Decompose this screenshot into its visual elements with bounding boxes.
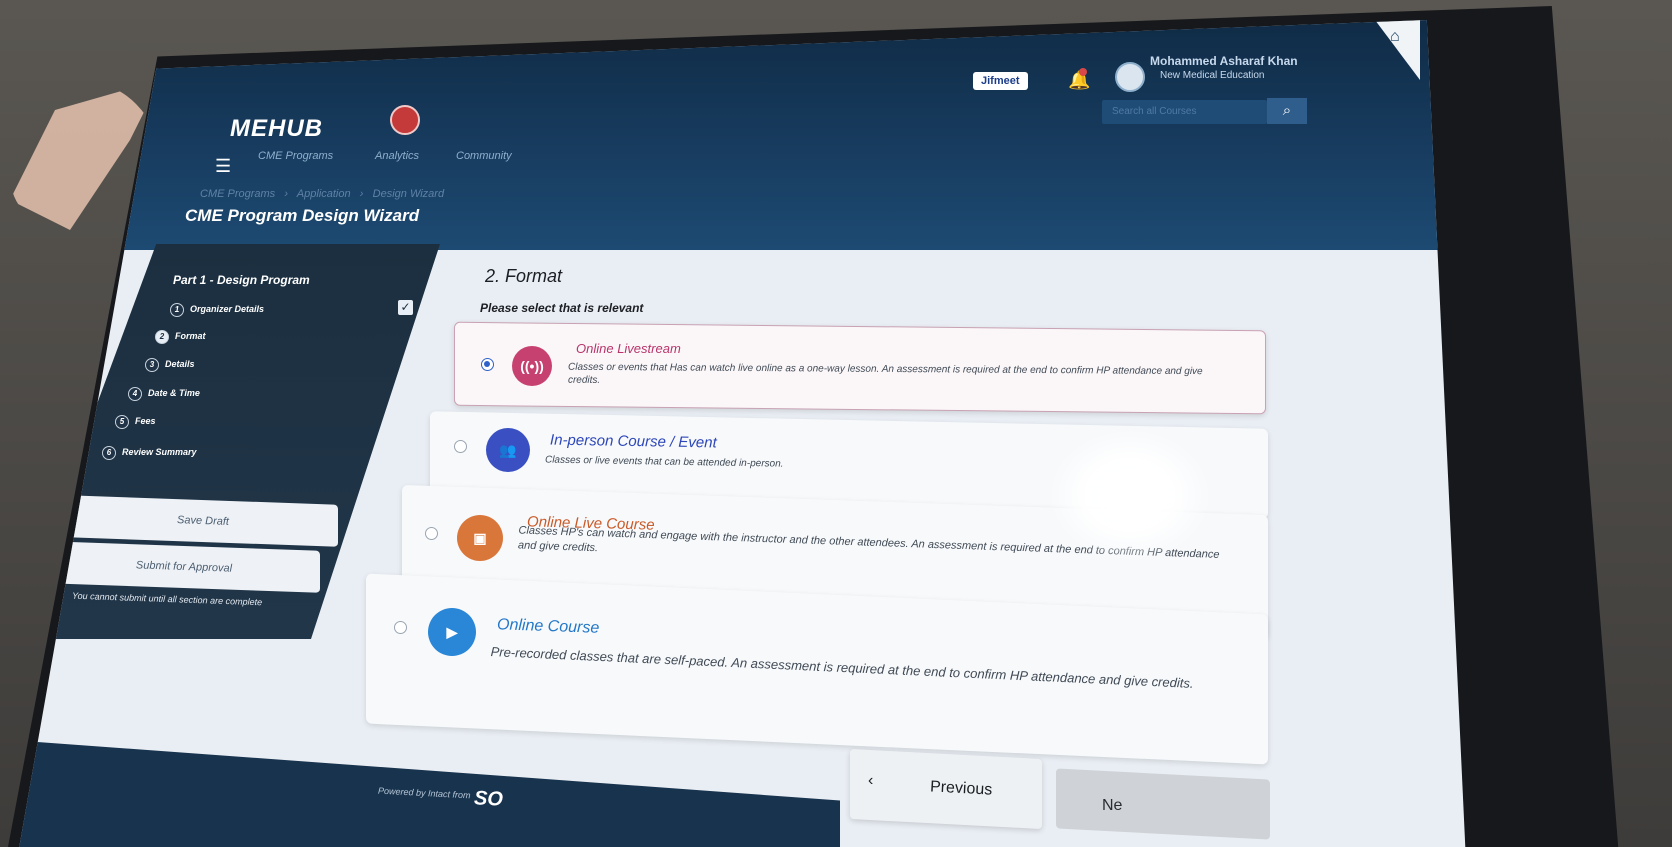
livestream-icon: ((•)) (512, 346, 552, 386)
people-icon: 👥 (486, 428, 530, 472)
search-icon[interactable]: ⌕ (1267, 98, 1307, 124)
step-organizer-details[interactable]: 1 Organizer Details (170, 303, 264, 317)
sidebar-section-title: Part 1 - Design Program (173, 273, 310, 287)
chevron-left-icon: ‹ (868, 772, 874, 789)
presentation-icon: ▣ (457, 515, 503, 561)
option-title: Online Livestream (576, 341, 681, 356)
nav-cme-programs[interactable]: CME Programs (258, 150, 333, 162)
breadcrumb: CME Programs › Application › Design Wiza… (200, 188, 444, 200)
department-emblem-icon (390, 105, 420, 135)
next-label: Ne (1102, 797, 1123, 814)
option-description: Classes or events that Has can watch liv… (567, 361, 1203, 386)
home-icon[interactable]: ⌂ (1390, 28, 1400, 46)
avatar[interactable] (1115, 62, 1145, 92)
previous-label: Previous (929, 778, 993, 799)
option-title: In-person Course / Event (549, 431, 717, 452)
radio-in-person-course[interactable] (454, 440, 467, 453)
section-title: 2. Format (485, 266, 563, 286)
step-number: 2 (155, 330, 169, 344)
user-role: New Medical Education (1160, 70, 1265, 81)
option-title: Online Course (496, 616, 600, 637)
step-fees[interactable]: 5 Fees (115, 415, 156, 429)
breadcrumb-application[interactable]: Application (297, 188, 351, 200)
step-number: 5 (115, 415, 129, 429)
nav-community[interactable]: Community (456, 150, 512, 162)
radio-online-livestream[interactable] (481, 358, 494, 371)
step-number: 1 (170, 303, 184, 317)
page-title: CME Program Design Wizard (185, 206, 420, 225)
checkbox-checked-icon: ✓ (398, 300, 413, 315)
breadcrumb-cme-programs[interactable]: CME Programs (200, 188, 275, 200)
hamburger-menu-icon[interactable]: ☰ (215, 156, 231, 177)
mehub-logo[interactable]: MEHUB (230, 115, 323, 143)
breadcrumb-design-wizard: Design Wizard (372, 188, 445, 200)
kiosk-screen: ⌂ MEHUB ☰ CME Programs Analytics Communi… (19, 20, 1466, 847)
user-name: Mohammed Asharaf Khan (1150, 54, 1298, 68)
step-number: 6 (102, 446, 116, 460)
search-input[interactable]: Search all Courses (1102, 100, 1267, 124)
screen-glare (1050, 430, 1210, 560)
section-subtitle: Please select that is relevant (480, 301, 644, 315)
next-button[interactable] (1056, 768, 1270, 840)
step-label: Format (175, 331, 206, 341)
radio-online-live-course[interactable] (425, 527, 438, 540)
step-label: Review Summary (122, 447, 197, 457)
breadcrumb-separator: › (353, 188, 370, 200)
step-review-summary[interactable]: 6 Review Summary (102, 446, 197, 460)
step-label: Details (165, 359, 195, 369)
radio-online-course[interactable] (394, 621, 407, 634)
play-icon: ▶ (428, 608, 476, 656)
notification-badge (1079, 68, 1087, 76)
step-label: Date & Time (148, 388, 200, 398)
step-format[interactable]: 2 Format (155, 330, 206, 344)
step-number: 4 (128, 387, 142, 401)
nav-analytics[interactable]: Analytics (375, 150, 419, 162)
step-number: 3 (145, 358, 159, 372)
jifmeet-button[interactable]: Jifmeet (973, 72, 1028, 90)
step-details[interactable]: 3 Details (145, 358, 195, 372)
vendor-logo: SO (473, 787, 504, 811)
breadcrumb-separator: › (278, 188, 295, 200)
step-label: Organizer Details (190, 304, 265, 314)
step-date-time[interactable]: 4 Date & Time (128, 387, 200, 401)
step-label: Fees (135, 416, 156, 426)
